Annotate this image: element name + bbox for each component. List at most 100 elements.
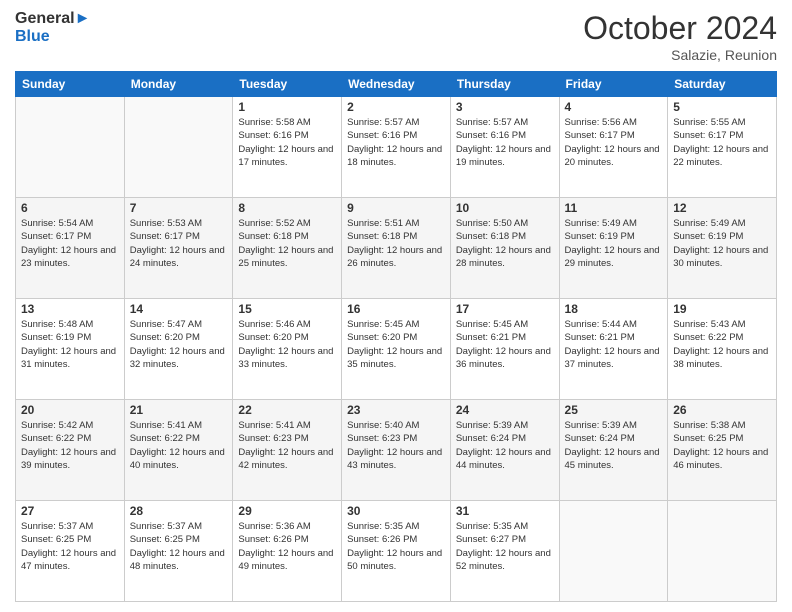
day-number: 10 <box>456 201 554 215</box>
day-number: 12 <box>673 201 771 215</box>
day-detail: Sunrise: 5:52 AM Sunset: 6:18 PM Dayligh… <box>238 217 336 270</box>
calendar-cell: 11Sunrise: 5:49 AM Sunset: 6:19 PM Dayli… <box>559 198 668 299</box>
day-detail: Sunrise: 5:51 AM Sunset: 6:18 PM Dayligh… <box>347 217 445 270</box>
day-number: 18 <box>565 302 663 316</box>
weekday-header-saturday: Saturday <box>668 72 777 97</box>
day-detail: Sunrise: 5:37 AM Sunset: 6:25 PM Dayligh… <box>130 520 228 573</box>
calendar-cell: 15 Sunrise: 5:46 AM Sunset: 6:20 PM Dayli… <box>233 299 342 400</box>
weekday-header-wednesday: Wednesday <box>342 72 451 97</box>
day-number: 6 <box>21 201 119 215</box>
calendar-cell: 4Sunrise: 5:56 AM Sunset: 6:17 PM Daylig… <box>559 97 668 198</box>
calendar-cell: 27 Sunrise: 5:37 AM Sunset: 6:25 PM Dayli… <box>16 501 125 602</box>
calendar-cell: 13 Sunrise: 5:48 AM Sunset: 6:19 PM Dayli… <box>16 299 125 400</box>
calendar-cell: 3Sunrise: 5:57 AM Sunset: 6:16 PM Daylig… <box>450 97 559 198</box>
day-number: 23 <box>347 403 445 417</box>
day-number: 28 <box>130 504 228 518</box>
calendar-cell: 31Sunrise: 5:35 AM Sunset: 6:27 PM Dayli… <box>450 501 559 602</box>
calendar-cell: 25 Sunrise: 5:39 AM Sunset: 6:24 PM Dayli… <box>559 400 668 501</box>
header: General► Blue October 2024 Salazie, Reun… <box>15 10 777 63</box>
calendar-cell: 8 Sunrise: 5:52 AM Sunset: 6:18 PM Daylig… <box>233 198 342 299</box>
calendar-cell: 2 Sunrise: 5:57 AM Sunset: 6:16 PM Daylig… <box>342 97 451 198</box>
calendar-cell: 30 Sunrise: 5:35 AM Sunset: 6:26 PM Dayli… <box>342 501 451 602</box>
day-detail: Sunrise: 5:35 AM Sunset: 6:26 PM Dayligh… <box>347 520 445 573</box>
day-detail: Sunrise: 5:43 AM Sunset: 6:22 PM Dayligh… <box>673 318 771 371</box>
day-detail: Sunrise: 5:56 AM Sunset: 6:17 PM Dayligh… <box>565 116 663 169</box>
calendar-week-1: 1Sunrise: 5:58 AM Sunset: 6:16 PM Daylig… <box>16 97 777 198</box>
day-detail: Sunrise: 5:44 AM Sunset: 6:21 PM Dayligh… <box>565 318 663 371</box>
calendar-cell: 24 Sunrise: 5:39 AM Sunset: 6:24 PM Dayli… <box>450 400 559 501</box>
day-number: 30 <box>347 504 445 518</box>
weekday-header-row: SundayMondayTuesdayWednesdayThursdayFrid… <box>16 72 777 97</box>
day-number: 14 <box>130 302 228 316</box>
day-number: 7 <box>130 201 228 215</box>
calendar-week-3: 13 Sunrise: 5:48 AM Sunset: 6:19 PM Dayli… <box>16 299 777 400</box>
day-detail: Sunrise: 5:46 AM Sunset: 6:20 PM Dayligh… <box>238 318 336 371</box>
location: Salazie, Reunion <box>583 47 777 63</box>
day-detail: Sunrise: 5:37 AM Sunset: 6:25 PM Dayligh… <box>21 520 119 573</box>
day-detail: Sunrise: 5:39 AM Sunset: 6:24 PM Dayligh… <box>456 419 554 472</box>
day-detail: Sunrise: 5:53 AM Sunset: 6:17 PM Dayligh… <box>130 217 228 270</box>
day-number: 1 <box>238 100 336 114</box>
day-detail: Sunrise: 5:40 AM Sunset: 6:23 PM Dayligh… <box>347 419 445 472</box>
calendar-cell: 9Sunrise: 5:51 AM Sunset: 6:18 PM Daylig… <box>342 198 451 299</box>
calendar-cell: 20 Sunrise: 5:42 AM Sunset: 6:22 PM Dayli… <box>16 400 125 501</box>
day-detail: Sunrise: 5:48 AM Sunset: 6:19 PM Dayligh… <box>21 318 119 371</box>
calendar-table: SundayMondayTuesdayWednesdayThursdayFrid… <box>15 71 777 602</box>
day-number: 21 <box>130 403 228 417</box>
calendar-week-5: 27 Sunrise: 5:37 AM Sunset: 6:25 PM Dayli… <box>16 501 777 602</box>
day-number: 13 <box>21 302 119 316</box>
day-detail: Sunrise: 5:47 AM Sunset: 6:20 PM Dayligh… <box>130 318 228 371</box>
day-number: 2 <box>347 100 445 114</box>
weekday-header-sunday: Sunday <box>16 72 125 97</box>
calendar-cell: 16 Sunrise: 5:45 AM Sunset: 6:20 PM Dayli… <box>342 299 451 400</box>
calendar-cell <box>559 501 668 602</box>
day-number: 29 <box>238 504 336 518</box>
day-detail: Sunrise: 5:41 AM Sunset: 6:23 PM Dayligh… <box>238 419 336 472</box>
day-number: 31 <box>456 504 554 518</box>
day-detail: Sunrise: 5:57 AM Sunset: 6:16 PM Dayligh… <box>347 116 445 169</box>
month-title: October 2024 <box>583 10 777 47</box>
day-detail: Sunrise: 5:39 AM Sunset: 6:24 PM Dayligh… <box>565 419 663 472</box>
calendar-cell: 6 Sunrise: 5:54 AM Sunset: 6:17 PM Daylig… <box>16 198 125 299</box>
calendar-cell: 19 Sunrise: 5:43 AM Sunset: 6:22 PM Dayli… <box>668 299 777 400</box>
day-detail: Sunrise: 5:42 AM Sunset: 6:22 PM Dayligh… <box>21 419 119 472</box>
day-number: 8 <box>238 201 336 215</box>
day-number: 15 <box>238 302 336 316</box>
calendar-cell: 21 Sunrise: 5:41 AM Sunset: 6:22 PM Dayli… <box>124 400 233 501</box>
calendar-cell: 12 Sunrise: 5:49 AM Sunset: 6:19 PM Dayli… <box>668 198 777 299</box>
day-detail: Sunrise: 5:49 AM Sunset: 6:19 PM Dayligh… <box>673 217 771 270</box>
day-detail: Sunrise: 5:50 AM Sunset: 6:18 PM Dayligh… <box>456 217 554 270</box>
day-detail: Sunrise: 5:38 AM Sunset: 6:25 PM Dayligh… <box>673 419 771 472</box>
logo: General► Blue <box>15 10 90 45</box>
day-number: 19 <box>673 302 771 316</box>
calendar-cell: 26 Sunrise: 5:38 AM Sunset: 6:25 PM Dayli… <box>668 400 777 501</box>
day-number: 27 <box>21 504 119 518</box>
weekday-header-thursday: Thursday <box>450 72 559 97</box>
day-number: 5 <box>673 100 771 114</box>
day-number: 25 <box>565 403 663 417</box>
calendar-cell <box>16 97 125 198</box>
day-detail: Sunrise: 5:54 AM Sunset: 6:17 PM Dayligh… <box>21 217 119 270</box>
day-number: 3 <box>456 100 554 114</box>
weekday-header-monday: Monday <box>124 72 233 97</box>
calendar-week-2: 6 Sunrise: 5:54 AM Sunset: 6:17 PM Daylig… <box>16 198 777 299</box>
day-number: 26 <box>673 403 771 417</box>
calendar-cell: 10 Sunrise: 5:50 AM Sunset: 6:18 PM Dayli… <box>450 198 559 299</box>
calendar-cell: 28 Sunrise: 5:37 AM Sunset: 6:25 PM Dayli… <box>124 501 233 602</box>
day-number: 17 <box>456 302 554 316</box>
day-number: 16 <box>347 302 445 316</box>
calendar-week-4: 20 Sunrise: 5:42 AM Sunset: 6:22 PM Dayli… <box>16 400 777 501</box>
day-number: 22 <box>238 403 336 417</box>
day-number: 24 <box>456 403 554 417</box>
day-detail: Sunrise: 5:45 AM Sunset: 6:20 PM Dayligh… <box>347 318 445 371</box>
calendar-cell: 1Sunrise: 5:58 AM Sunset: 6:16 PM Daylig… <box>233 97 342 198</box>
day-detail: Sunrise: 5:41 AM Sunset: 6:22 PM Dayligh… <box>130 419 228 472</box>
day-detail: Sunrise: 5:49 AM Sunset: 6:19 PM Dayligh… <box>565 217 663 270</box>
calendar-cell: 22 Sunrise: 5:41 AM Sunset: 6:23 PM Dayli… <box>233 400 342 501</box>
day-detail: Sunrise: 5:36 AM Sunset: 6:26 PM Dayligh… <box>238 520 336 573</box>
calendar-cell <box>124 97 233 198</box>
day-detail: Sunrise: 5:45 AM Sunset: 6:21 PM Dayligh… <box>456 318 554 371</box>
day-detail: Sunrise: 5:55 AM Sunset: 6:17 PM Dayligh… <box>673 116 771 169</box>
page: General► Blue October 2024 Salazie, Reun… <box>0 0 792 612</box>
day-number: 20 <box>21 403 119 417</box>
